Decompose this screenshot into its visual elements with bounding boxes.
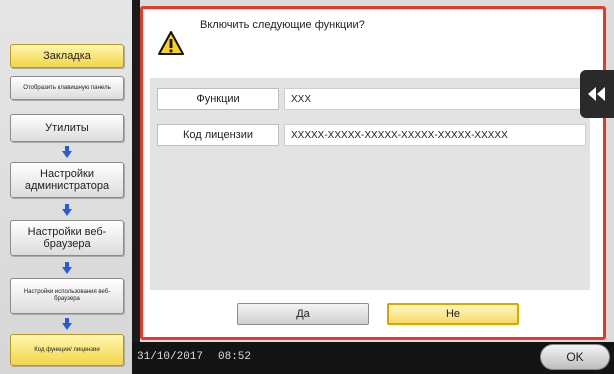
warning-icon (158, 31, 184, 55)
ok-button[interactable]: OK (540, 344, 610, 370)
arrow-down-icon (62, 318, 72, 330)
function-value: XXX (284, 88, 586, 110)
utilities-button[interactable]: Утилиты (10, 114, 124, 142)
function-label: Функции (157, 88, 279, 110)
status-date: 31/10/2017 (137, 351, 204, 363)
arrow-down-icon (62, 146, 72, 158)
arrow-down-icon (62, 204, 72, 216)
show-keypad-button[interactable]: Отобразить клавишную панель (10, 76, 124, 100)
license-value: XXXXX-XXXXX-XXXXX-XXXXX-XXXXX-XXXXX (284, 124, 586, 146)
browser-settings-button[interactable]: Настройки веб-браузера (10, 220, 124, 256)
arrow-down-icon (62, 262, 72, 274)
license-label: Код лицензии (157, 124, 279, 146)
bookmark-button[interactable]: Закладка (10, 44, 124, 68)
yes-button[interactable]: Да (237, 303, 369, 325)
double-chevron-left-icon (588, 87, 605, 101)
separator-strip (132, 0, 140, 374)
admin-settings-button[interactable]: Настройки администратора (10, 162, 124, 198)
dialog-message: Включить следующие функции? (200, 19, 365, 31)
function-code-button[interactable]: Код функции/ лицензии (10, 334, 124, 366)
browser-usage-settings-button[interactable]: Настройки использования веб-браузера (10, 278, 124, 314)
status-time: 08:52 (218, 351, 252, 363)
side-panel-toggle[interactable] (580, 70, 614, 118)
no-button[interactable]: Не (387, 303, 519, 325)
